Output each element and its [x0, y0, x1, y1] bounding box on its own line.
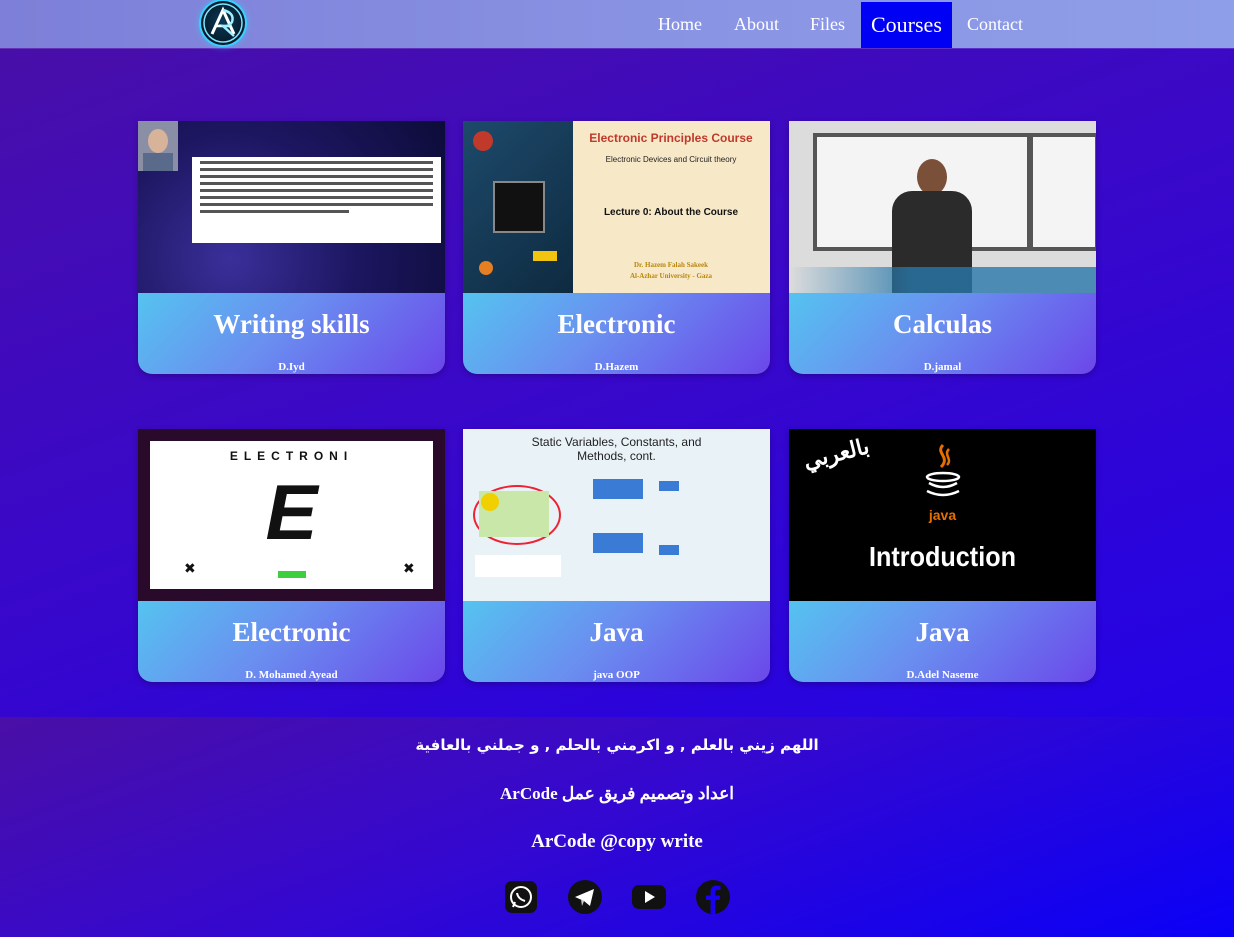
- course-card-electronic-ayead[interactable]: ELECTRONI E ✖ ✖ Electronic D. Mohamed Ay…: [138, 429, 445, 682]
- course-thumbnail[interactable]: بالعربي java Introduction: [789, 429, 1096, 601]
- whatsapp-icon[interactable]: [503, 879, 539, 915]
- arabic-label: بالعربي: [800, 433, 872, 474]
- course-card-electronic-hazem[interactable]: Electronic Principles Course Electronic …: [463, 121, 770, 374]
- presenter-photo: [138, 121, 178, 171]
- java-cup-icon: [925, 443, 961, 497]
- nav-home-link[interactable]: Home: [658, 2, 702, 48]
- course-title[interactable]: Electronic: [138, 617, 445, 648]
- course-author: D.Iyd: [278, 361, 305, 373]
- slide-heading: Electronic Principles Course: [589, 131, 753, 145]
- telegram-icon[interactable]: [567, 879, 603, 915]
- slide-subheading: Electronic Devices and Circuit theory: [605, 155, 737, 164]
- facebook-icon[interactable]: [695, 879, 731, 915]
- course-title[interactable]: Electronic: [463, 309, 770, 340]
- course-thumbnail[interactable]: Static Variables, Constants, and Methods…: [463, 429, 770, 601]
- nav-contact-link[interactable]: Contact: [967, 2, 1023, 48]
- course-thumbnail[interactable]: Electronic Principles Course Electronic …: [463, 121, 770, 293]
- course-card-calculas[interactable]: Calculas D.jamal: [789, 121, 1096, 374]
- course-author: D.Hazem: [594, 361, 639, 373]
- course-author: java OOP: [593, 669, 640, 681]
- slide-heading: Static Variables, Constants, and Methods…: [531, 435, 702, 463]
- lecturer-head: [917, 159, 947, 195]
- course-author: D. Mohamed Ayead: [245, 669, 338, 681]
- nav-files-link[interactable]: Files: [810, 2, 845, 48]
- circuit-board-image: [463, 121, 573, 293]
- course-thumbnail[interactable]: [789, 121, 1096, 293]
- top-navbar: Home About Files Courses Contact: [0, 0, 1234, 48]
- course-title[interactable]: Java: [789, 617, 1096, 648]
- paragraph-slide-text: [192, 157, 441, 243]
- nav-about-link[interactable]: About: [734, 2, 779, 48]
- course-card-java-intro[interactable]: بالعربي java Introduction Java D.Adel Na…: [789, 429, 1096, 682]
- footer-credit-text: اعداد وتصميم فريق عمل ArCode: [500, 784, 734, 803]
- course-title[interactable]: Calculas: [789, 309, 1096, 340]
- device-slide: ELECTRONI E ✖ ✖: [150, 441, 433, 589]
- slide-presenter: Dr. Hazem Falah Sakeek: [633, 261, 709, 269]
- slide-university: Al-Azhar University - Gaza: [629, 272, 713, 280]
- java-logo-text: java: [928, 507, 957, 523]
- course-thumbnail[interactable]: [138, 121, 445, 293]
- course-thumbnail[interactable]: ELECTRONI E ✖ ✖: [138, 429, 445, 601]
- pointer-dot: [481, 493, 499, 511]
- footer-prayer-text: اللهم زيني بالعلم , و اكرمني بالحلم , و …: [415, 736, 819, 754]
- slide-lecture: Lecture 0: About the Course: [603, 207, 739, 218]
- course-title[interactable]: Writing skills: [138, 309, 445, 340]
- nav-courses-link[interactable]: Courses: [861, 1, 952, 48]
- social-links: [0, 879, 1234, 915]
- course-card-java-oop[interactable]: Static Variables, Constants, and Methods…: [463, 429, 770, 682]
- footer: اللهم زيني بالعلم , و اكرمني بالحلم , و …: [0, 717, 1234, 937]
- course-card-writing-skills[interactable]: Writing skills D.Iyd: [138, 121, 445, 374]
- footer-copyright-text: ArCode @copy write: [531, 831, 703, 852]
- arcode-logo-icon[interactable]: [201, 1, 245, 45]
- slide-heading: Introduction: [869, 541, 1016, 572]
- course-author: D.Adel Naseme: [906, 669, 979, 681]
- course-title[interactable]: Java: [463, 617, 770, 648]
- course-author: D.jamal: [923, 361, 962, 373]
- youtube-icon[interactable]: [631, 879, 667, 915]
